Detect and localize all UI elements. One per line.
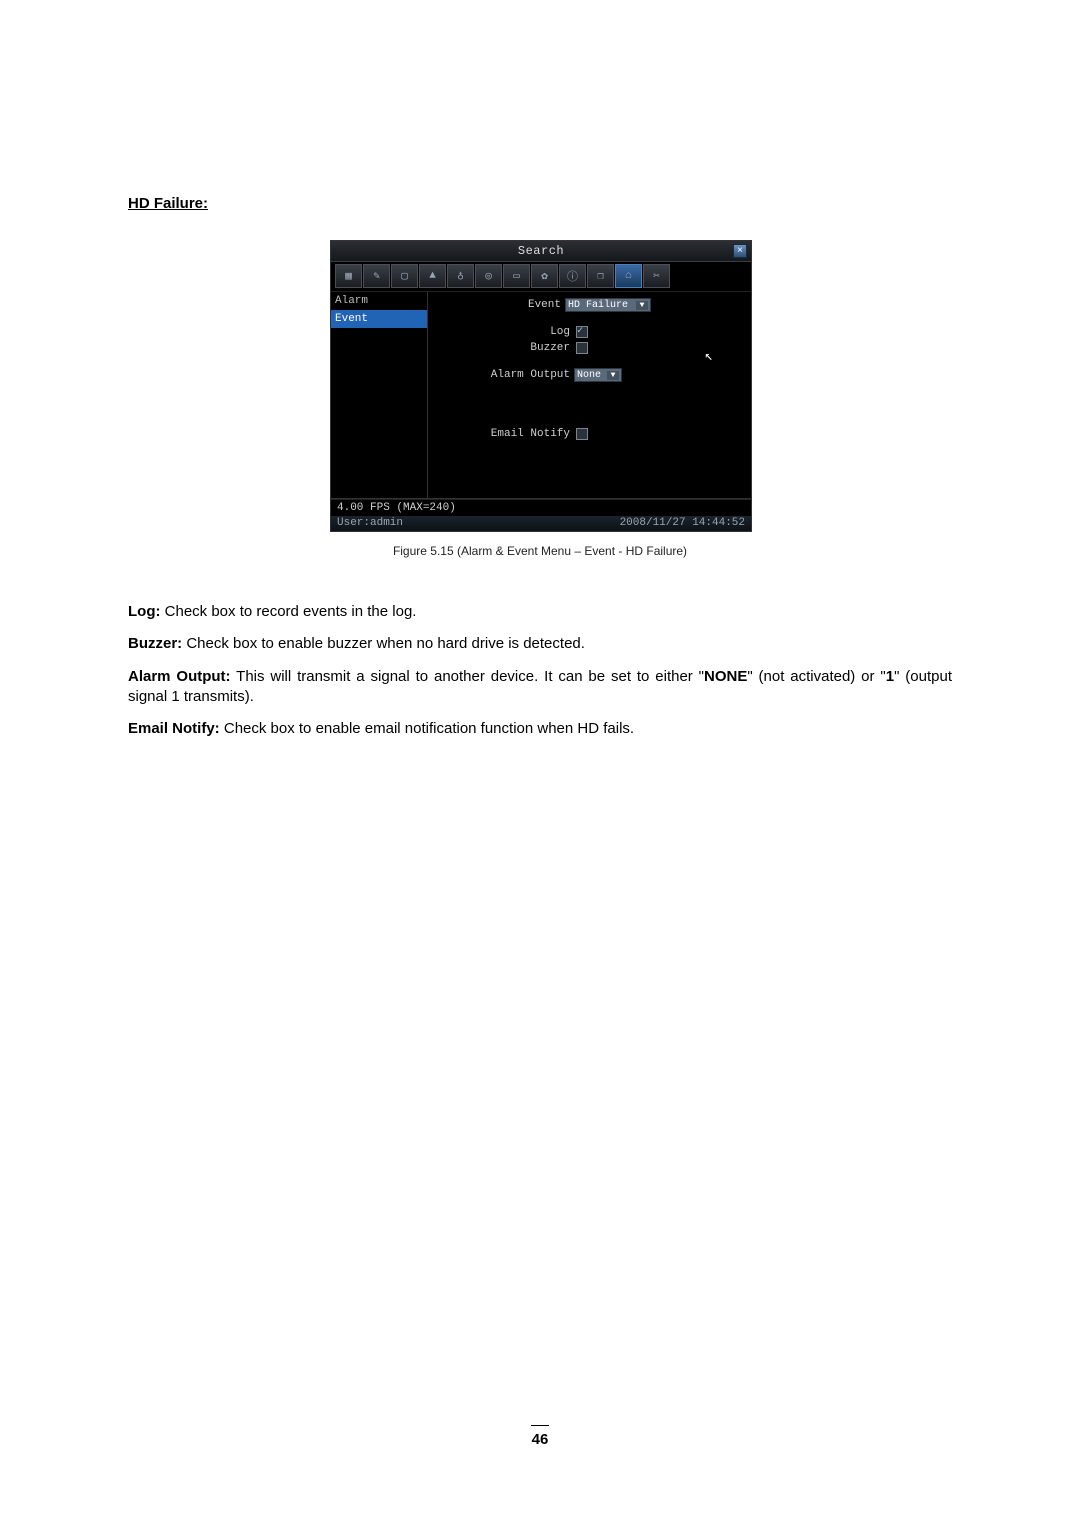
alarm-output-mid: " (not activated) or " xyxy=(747,668,885,685)
alarm-output-label: Alarm Output xyxy=(438,369,574,381)
log-label: Log xyxy=(438,326,574,338)
status-line: 4.00 FPS (MAX=240) xyxy=(331,499,751,516)
target-icon[interactable]: ◎ xyxy=(475,264,502,288)
figure-caption: Figure 5.15 (Alarm & Event Menu – Event … xyxy=(128,544,952,558)
tool-icon[interactable]: ✂ xyxy=(643,264,670,288)
folder-icon[interactable]: ⌂ xyxy=(615,264,642,288)
triangle-icon[interactable]: ▲ xyxy=(419,264,446,288)
gear-icon[interactable]: ✿ xyxy=(531,264,558,288)
buzzer-desc: Check box to enable buzzer when no hard … xyxy=(182,635,585,652)
monitor-icon[interactable]: ▢ xyxy=(391,264,418,288)
sidebar-item-event[interactable]: Event xyxy=(331,310,427,328)
chevron-down-icon: ▼ xyxy=(607,371,619,380)
log-checkbox[interactable] xyxy=(576,326,588,338)
datetime-label: 2008/11/27 14:44:52 xyxy=(620,517,745,529)
log-desc: Check box to record events in the log. xyxy=(160,603,416,620)
email-term: Email Notify: xyxy=(128,720,220,737)
alarm-output-select[interactable]: None ▼ xyxy=(574,368,622,382)
email-notify-checkbox[interactable] xyxy=(576,428,588,440)
body-text: Log: Check box to record events in the l… xyxy=(128,602,952,739)
page-icon[interactable]: ❐ xyxy=(587,264,614,288)
page-number: 46 xyxy=(532,1431,549,1448)
dvr-toolbar: ▦ ✎ ▢ ▲ ♁ ◎ ▭ ✿ ⓘ ❐ ⌂ ✂ xyxy=(331,262,751,292)
email-notify-label: Email Notify xyxy=(438,428,574,440)
buzzer-term: Buzzer: xyxy=(128,635,182,652)
user-label: User:admin xyxy=(337,517,403,529)
close-icon[interactable]: × xyxy=(733,244,747,258)
event-select-value: HD Failure xyxy=(568,300,628,311)
cursor-icon: ↖ xyxy=(705,348,713,365)
dvr-screenshot: Search × ▦ ✎ ▢ ▲ ♁ ◎ ▭ ✿ ⓘ ❐ ⌂ ✂ Alarm xyxy=(330,240,750,532)
alarm-output-value: None xyxy=(577,370,601,381)
dvr-titlebar: Search × xyxy=(331,241,751,262)
dvr-sidebar: Alarm Event xyxy=(331,292,428,498)
network-icon[interactable]: ♁ xyxy=(447,264,474,288)
info-icon[interactable]: ⓘ xyxy=(559,264,586,288)
sidebar-item-alarm[interactable]: Alarm xyxy=(331,292,427,310)
buzzer-label: Buzzer xyxy=(438,342,574,354)
screen-icon[interactable]: ▭ xyxy=(503,264,530,288)
email-desc: Check box to enable email notification f… xyxy=(220,720,634,737)
event-label: Event xyxy=(528,299,565,311)
page-footer: 46 xyxy=(0,1415,1080,1448)
chevron-down-icon: ▼ xyxy=(636,301,648,310)
alarm-output-none: NONE xyxy=(704,668,747,685)
event-select[interactable]: HD Failure ▼ xyxy=(565,298,651,312)
buzzer-checkbox[interactable] xyxy=(576,342,588,354)
alarm-output-term: Alarm Output: xyxy=(128,668,231,685)
brush-icon[interactable]: ✎ xyxy=(363,264,390,288)
alarm-output-one: 1 xyxy=(886,668,894,685)
dvr-title: Search xyxy=(518,244,564,258)
log-term: Log: xyxy=(128,603,160,620)
dvr-content: Event HD Failure ▼ Log Buzzer xyxy=(428,292,751,498)
grid-icon[interactable]: ▦ xyxy=(335,264,362,288)
alarm-output-pre: This will transmit a signal to another d… xyxy=(231,668,704,685)
section-title: HD Failure: xyxy=(128,195,952,212)
